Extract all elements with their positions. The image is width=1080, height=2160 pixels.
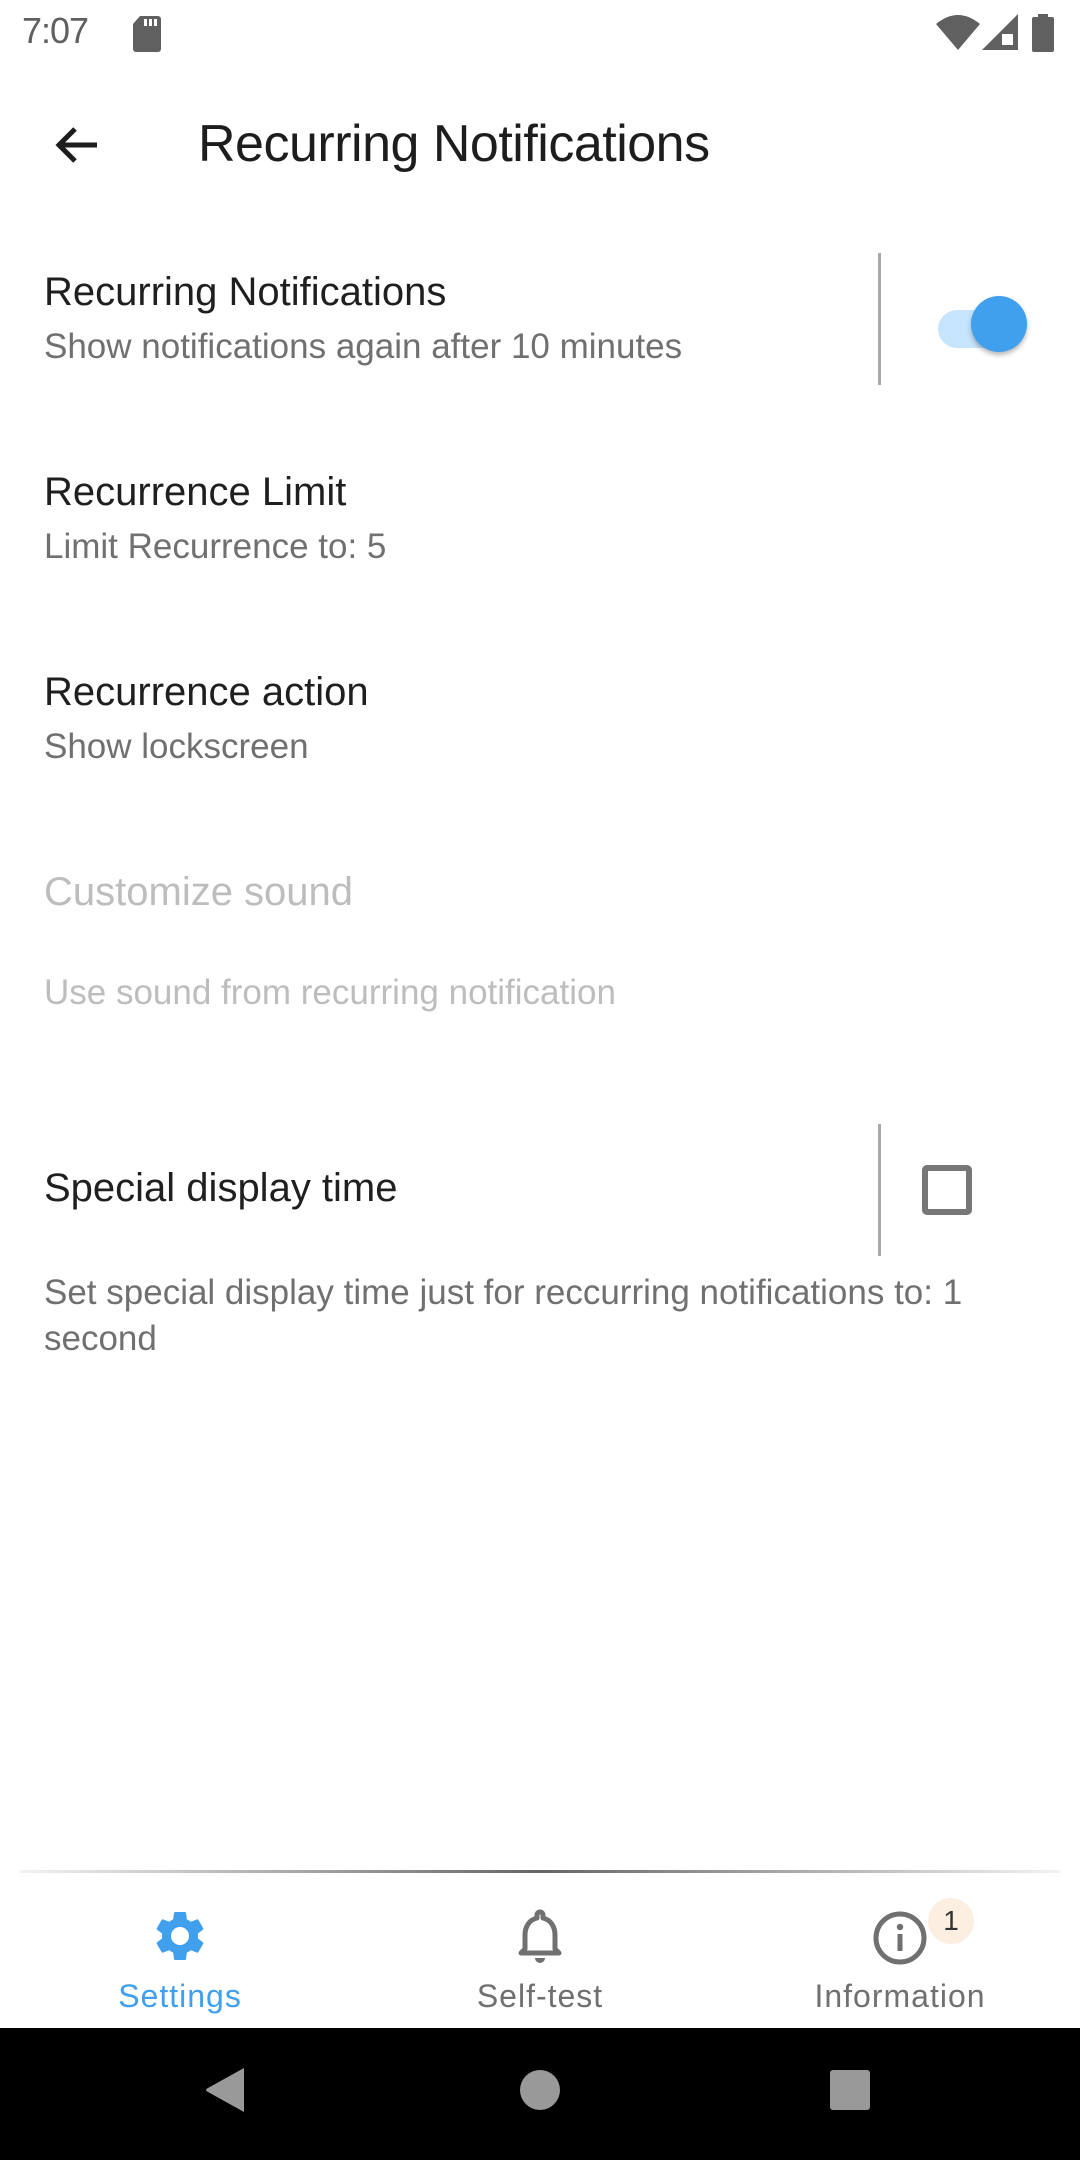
arrow-left-icon xyxy=(53,121,101,174)
special-display-time-checkbox[interactable] xyxy=(922,1165,972,1215)
nav-label: Settings xyxy=(118,1978,242,2014)
pref-summary: Show lockscreen xyxy=(44,727,309,766)
pref-customize-sound: Customize sound Use sound from recurring… xyxy=(0,850,1080,1050)
status-bar: 7:07 xyxy=(0,0,1080,66)
bottom-nav-divider xyxy=(20,1870,1060,1873)
pref-summary: Show notifications again after 10 minute… xyxy=(44,327,683,366)
status-time: 7:07 xyxy=(22,10,89,51)
nav-item-self-test[interactable]: Self-test xyxy=(390,1878,690,2018)
nav-item-settings[interactable]: Settings xyxy=(30,1878,330,2018)
pref-summary: Use sound from recurring notification xyxy=(44,973,616,1012)
wifi-icon xyxy=(936,14,980,55)
recents-square-icon[interactable] xyxy=(828,2066,872,2119)
pref-title: Recurring Notifications xyxy=(44,270,447,314)
recurring-notifications-switch[interactable] xyxy=(938,296,1028,356)
pref-title: Special display time xyxy=(44,1166,398,1210)
switch-thumb xyxy=(971,296,1027,352)
nav-label: Self-test xyxy=(476,1978,604,2014)
divider xyxy=(878,253,881,385)
sd-card-icon xyxy=(132,16,162,57)
pref-summary: Set special display time just for reccur… xyxy=(44,1273,963,1358)
back-button[interactable] xyxy=(42,112,112,182)
notification-badge: 1 xyxy=(928,1898,974,1944)
pref-title: Recurrence action xyxy=(44,670,369,714)
pref-recurring-notifications[interactable]: Recurring Notifications Show notificatio… xyxy=(0,240,1080,410)
bottom-navigation: Settings Self-test 1 Information xyxy=(0,1868,1080,2028)
pref-special-display-time[interactable]: Special display time Set special display… xyxy=(0,1120,1080,1380)
system-navigation-bar xyxy=(0,2028,1080,2160)
back-triangle-icon[interactable] xyxy=(204,2066,248,2119)
pref-title: Customize sound xyxy=(44,870,354,914)
nav-item-information[interactable]: 1 Information xyxy=(750,1878,1050,2018)
pref-recurrence-action[interactable]: Recurrence action Show lockscreen xyxy=(0,640,1080,810)
home-circle-icon[interactable] xyxy=(518,2066,562,2119)
info-icon xyxy=(870,1906,930,1966)
app-bar: Recurring Notifications xyxy=(0,66,1080,226)
divider xyxy=(878,1124,881,1256)
pref-recurrence-limit[interactable]: Recurrence Limit Limit Recurrence to: 5 xyxy=(0,440,1080,610)
page-title: Recurring Notifications xyxy=(198,115,710,173)
signal-icon xyxy=(982,14,1020,55)
pref-summary: Limit Recurrence to: 5 xyxy=(44,527,387,566)
nav-label: Information xyxy=(814,1978,986,2014)
bell-icon xyxy=(510,1906,570,1966)
gear-icon xyxy=(150,1906,210,1966)
battery-icon xyxy=(1032,14,1054,57)
pref-title: Recurrence Limit xyxy=(44,470,347,514)
